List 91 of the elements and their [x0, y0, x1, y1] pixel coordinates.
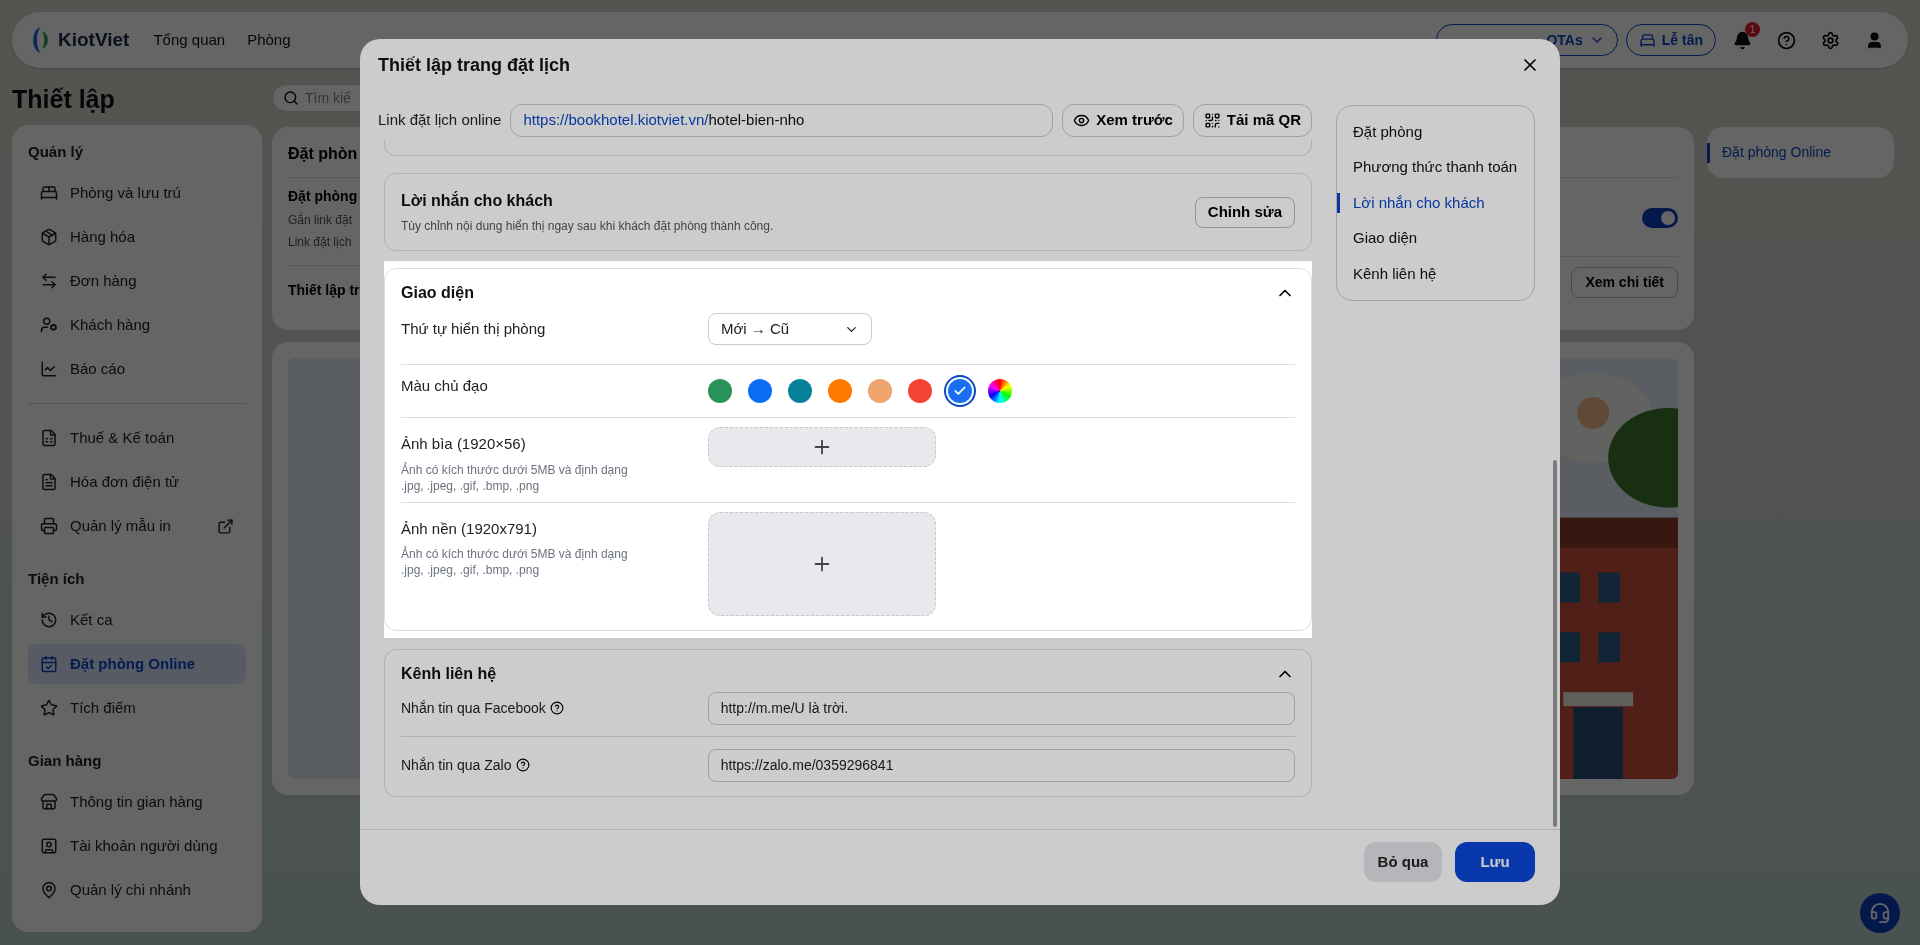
- contact-link-field[interactable]: https://zalo.me/0359296841: [707, 748, 1295, 782]
- sidebar-item[interactable]: Thông tin gian hàng: [28, 782, 246, 822]
- sidebar-item[interactable]: Kết ca: [28, 600, 246, 640]
- sort-dropdown[interactable]: Mới → Cũ: [708, 313, 872, 345]
- edit-button[interactable]: Chỉnh sửa: [1194, 196, 1295, 228]
- field-hint: Ảnh có kích thước dưới 5MB và định dạng .jpg, .jpeg, .gif, .bmp, .png: [401, 461, 629, 494]
- check-icon: [953, 384, 967, 398]
- brand-logo-text: KiotViet: [58, 27, 130, 52]
- side-panel-item[interactable]: Đặt phòng Online: [1707, 142, 1831, 163]
- sidebar-item[interactable]: Khách hàng: [28, 305, 246, 345]
- bell-icon[interactable]: [1732, 30, 1752, 50]
- document-icon: [40, 473, 58, 491]
- field-label: Màu chủ đạo: [401, 376, 489, 396]
- booking-link-field[interactable]: https://bookhotel.kiotviet.vn/hotel-bien-nho: [510, 103, 1054, 137]
- help-icon[interactable]: [549, 701, 564, 715]
- clock-history-icon: [40, 611, 58, 629]
- download-qr-button[interactable]: Tải mã QR: [1192, 103, 1312, 137]
- sidebar-item[interactable]: Đơn hàng: [28, 261, 246, 301]
- qr-code-icon: [1203, 111, 1221, 129]
- page-title: Thiết lập: [12, 84, 116, 115]
- contact-link-field[interactable]: http://m.me/U là trời.: [707, 691, 1295, 725]
- color-swatch[interactable]: [948, 379, 972, 403]
- dialog-title: Thiết lập trang đặt lịch: [378, 53, 570, 77]
- field-label: Nhắn tin qua Zalo: [401, 755, 512, 775]
- sidebar-item[interactable]: Quản lý chi nhánh: [28, 870, 246, 910]
- section-nav-item[interactable]: Phương thức thanh toán: [1337, 149, 1534, 186]
- section-nav-item[interactable]: Lời nhắn cho khách: [1337, 185, 1534, 221]
- calendar-icon: [40, 655, 58, 673]
- color-swatch[interactable]: [988, 379, 1012, 403]
- color-swatch[interactable]: [748, 379, 772, 403]
- help-icon[interactable]: [515, 758, 530, 772]
- document-icon: [40, 429, 58, 447]
- user-card-icon: [40, 837, 58, 855]
- nav-link[interactable]: Tổng quan: [153, 28, 226, 52]
- sidebar-item[interactable]: Quản lý mẫu in: [28, 506, 246, 546]
- sidebar-item[interactable]: Hàng hóa: [28, 217, 246, 257]
- sidebar-section-title: Gian hàng: [28, 751, 103, 771]
- section-nav-item[interactable]: Đặt phòng: [1337, 114, 1534, 150]
- printer-icon: [40, 517, 58, 535]
- scrollbar[interactable]: [1553, 460, 1557, 827]
- setting-title: Đặt phòng: [288, 187, 358, 206]
- section-title: Giao diện: [401, 283, 474, 303]
- section-title: Kênh liên hệ: [401, 663, 497, 684]
- setting-description: Gắn link đặt: [288, 211, 353, 229]
- section-description: Tùy chỉnh nội dung hiển thị ngay sau khi khách đặt phòng thành công.: [401, 218, 774, 235]
- box-icon: [40, 228, 58, 246]
- bed-icon: [40, 184, 58, 202]
- toggle-switch[interactable]: [1642, 208, 1678, 228]
- field-label: Thứ tự hiển thị phòng: [401, 318, 547, 339]
- color-swatch[interactable]: [708, 379, 732, 403]
- sidebar-item[interactable]: Đặt phòng Online: [28, 644, 246, 684]
- section-nav-item[interactable]: Kênh liên hệ: [1337, 256, 1534, 292]
- card-heading: Đặt phòn: [288, 144, 358, 164]
- setting-description: Link đặt lịch: [288, 234, 352, 251]
- headset-icon: [1869, 902, 1891, 924]
- color-swatch[interactable]: [908, 379, 932, 403]
- section-title: Lời nhắn cho khách: [401, 190, 554, 211]
- color-swatch[interactable]: [828, 379, 852, 403]
- view-details-button[interactable]: Xem chi tiết: [1571, 267, 1678, 298]
- sidebar-item[interactable]: Thuế & Kế toán: [28, 418, 246, 458]
- support-chat-button[interactable]: [1860, 893, 1900, 933]
- store-icon: [40, 793, 58, 811]
- field-label: Link đặt lịch online: [378, 109, 502, 130]
- setting-title: Thiết lập tr: [288, 281, 360, 300]
- sidebar-item[interactable]: Báo cáo: [28, 349, 246, 389]
- preview-button[interactable]: Xem trước: [1062, 103, 1184, 137]
- sidebar-section-title: Quản lý: [28, 142, 84, 162]
- save-button[interactable]: Lưu: [1455, 842, 1535, 882]
- section-nav-item[interactable]: Giao diện: [1337, 220, 1534, 257]
- sidebar-item[interactable]: Tài khoản người dùng: [28, 826, 246, 866]
- field-label: Nhắn tin qua Facebook: [401, 698, 546, 718]
- sidebar-section-title: Tiện ích: [28, 569, 86, 589]
- line-chart-icon: [40, 360, 58, 378]
- nav-link[interactable]: Phòng: [247, 28, 291, 52]
- sidebar-item[interactable]: Hóa đơn điện tử: [28, 462, 246, 502]
- color-swatch[interactable]: [788, 379, 812, 403]
- user-gear-icon: [40, 316, 58, 334]
- map-pin-icon: [40, 881, 58, 899]
- notification-badge: 1: [1745, 22, 1760, 37]
- field-hint: Ảnh có kích thước dưới 5MB và định dạng .jpg, .jpeg, .gif, .bmp, .png: [401, 546, 629, 578]
- sidebar-item[interactable]: Tích điểm: [28, 688, 246, 728]
- field-label: Ảnh nền (1920x791): [401, 518, 538, 539]
- bed-icon: [1638, 31, 1656, 49]
- swap-arrows-icon: [40, 272, 58, 290]
- settings-icon[interactable]: [1820, 30, 1840, 50]
- field-label: Ảnh bìa (1920×56): [401, 434, 527, 454]
- search-icon: [283, 90, 299, 106]
- sidebar-item[interactable]: Phòng và lưu trú: [28, 173, 246, 213]
- star-icon: [40, 699, 58, 717]
- color-swatch[interactable]: [868, 379, 892, 403]
- cancel-button[interactable]: Bỏ qua: [1364, 842, 1442, 882]
